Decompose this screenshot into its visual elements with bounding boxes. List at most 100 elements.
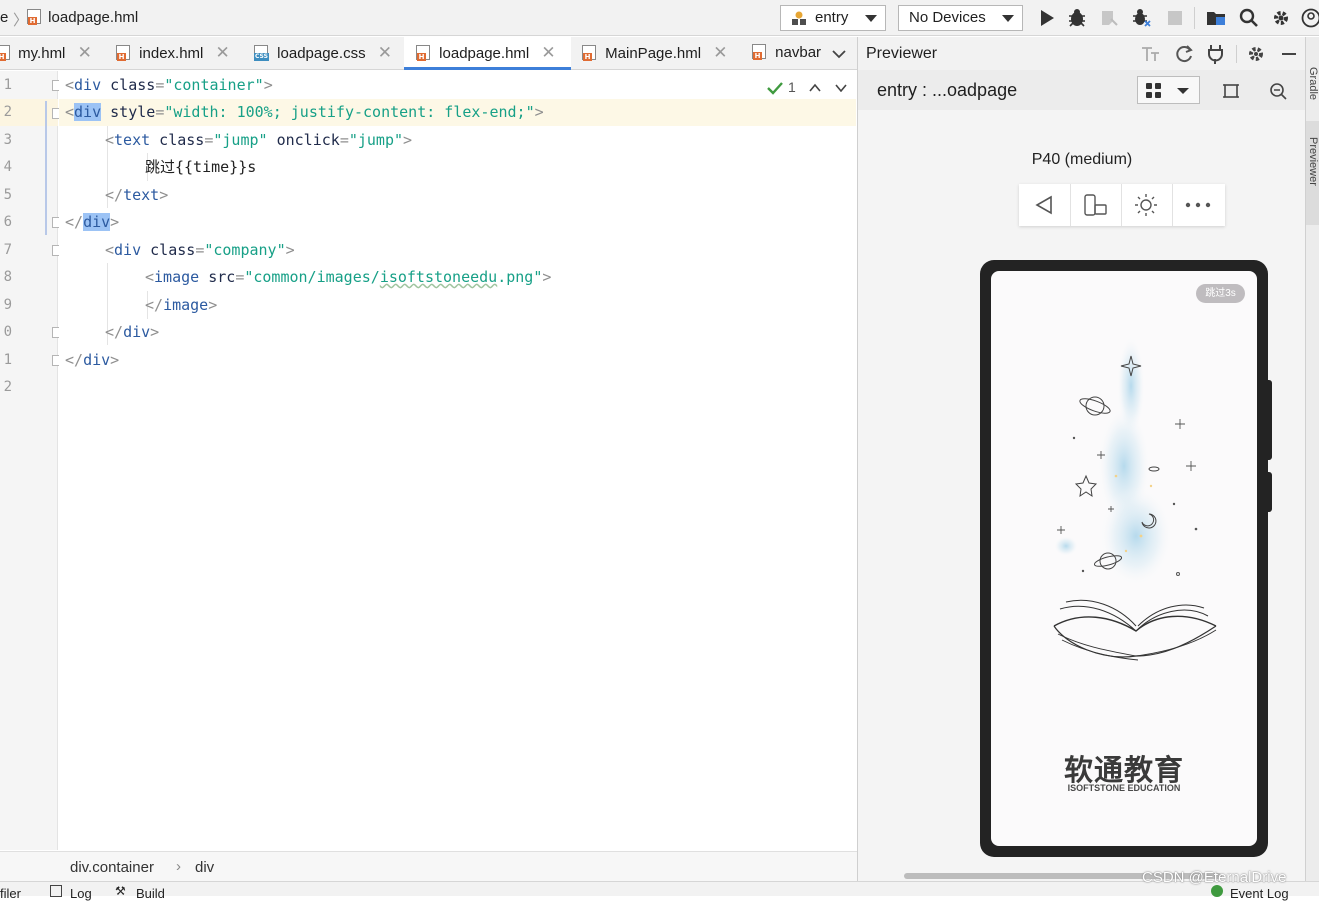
- previewer-tool-tab[interactable]: Previewer: [1307, 137, 1319, 186]
- minimize-icon[interactable]: [1282, 53, 1296, 55]
- device-select[interactable]: No Devices: [898, 5, 1023, 31]
- tab-label: loadpage.css: [277, 45, 365, 62]
- close-icon[interactable]: ✕: [713, 43, 727, 62]
- tab-label: navbar: [775, 44, 821, 61]
- breadcrumb-separator: ›: [176, 858, 181, 875]
- log-icon: [50, 885, 62, 897]
- device-select-label: No Devices: [909, 9, 986, 26]
- skip-countdown-button[interactable]: 跳过3s: [1196, 284, 1245, 303]
- device-screen: 跳过3s: [991, 271, 1257, 846]
- previewer-panel: Previewer entry : ...oadpage P40 (medium…: [857, 37, 1305, 881]
- tab-my-hml[interactable]: my.hml ✕: [0, 37, 100, 70]
- line-number: 8: [0, 269, 12, 285]
- line-number: 2: [0, 379, 12, 395]
- fit-screen-icon[interactable]: [1222, 82, 1240, 100]
- chevron-down-icon: [1002, 15, 1014, 22]
- search-icon[interactable]: [1238, 7, 1260, 29]
- settings-gear-icon[interactable]: [1246, 44, 1266, 64]
- log-tab[interactable]: Log: [70, 886, 92, 901]
- debug-icon[interactable]: [1066, 7, 1088, 29]
- grid-layout-icon: [1146, 83, 1162, 99]
- code-line-1: <div class="container">: [65, 72, 862, 99]
- tab-label: index.hml: [139, 45, 203, 62]
- run-icon[interactable]: [1036, 7, 1058, 29]
- line-number: 4: [0, 159, 12, 175]
- attach-debugger-icon[interactable]: [1098, 7, 1120, 29]
- hml-file-icon: [0, 45, 10, 60]
- previewer-subheader: entry : ...oadpage: [858, 70, 1306, 110]
- settings-gear-icon[interactable]: [1270, 7, 1292, 29]
- bottom-tool-bar: filer Log ⚒ Build Event Log: [0, 881, 1319, 896]
- account-icon[interactable]: [1300, 7, 1319, 29]
- line-number: 5: [0, 187, 12, 203]
- tab-overflow-chevron-icon[interactable]: [832, 49, 846, 59]
- hml-file-icon: [752, 44, 766, 59]
- structure-breadcrumb: div.container › div: [0, 851, 857, 881]
- tab-index-hml[interactable]: index.hml ✕: [116, 37, 240, 70]
- profiler-icon[interactable]: [1130, 7, 1152, 29]
- breadcrumb-project[interactable]: e: [0, 9, 8, 26]
- back-triangle-icon[interactable]: [1033, 194, 1055, 216]
- chevron-down-icon: [1176, 87, 1190, 95]
- layout-select[interactable]: [1137, 76, 1200, 104]
- build-tab[interactable]: Build: [136, 886, 165, 901]
- profiler-tab[interactable]: filer: [0, 886, 21, 901]
- preview-page-label: entry : ...oadpage: [877, 70, 1017, 110]
- previewer-header: Previewer: [858, 37, 1306, 70]
- inspection-widget[interactable]: 1: [767, 79, 852, 97]
- line-number: 1: [0, 77, 12, 93]
- code-line-7: <div class="company">: [105, 237, 902, 264]
- hml-file-icon: [116, 45, 130, 60]
- brand-en-text: ISOFTSTONE EDUCATION: [991, 783, 1257, 793]
- close-icon[interactable]: ✕: [378, 43, 392, 62]
- font-size-icon[interactable]: [1140, 44, 1160, 64]
- zoom-out-icon[interactable]: [1269, 82, 1287, 100]
- code-line-6: </div>: [65, 209, 862, 236]
- tab-label: loadpage.hml: [439, 45, 529, 62]
- code-editor[interactable]: <div class="container"> <div style="widt…: [59, 71, 856, 850]
- chevron-down-icon[interactable]: [835, 83, 847, 92]
- rotate-device-icon[interactable]: [1082, 193, 1108, 217]
- previewer-title: Previewer: [866, 37, 937, 70]
- device-name: P40 (medium): [858, 151, 1306, 169]
- breadcrumb-separator: 〉: [13, 9, 28, 30]
- change-marker: [45, 101, 47, 235]
- tab-loadpage-css[interactable]: loadpage.css ✕: [254, 37, 398, 70]
- breadcrumb-item[interactable]: div: [195, 859, 214, 876]
- breadcrumb-item[interactable]: div.container: [70, 859, 154, 876]
- chevron-down-icon: [865, 15, 877, 22]
- tab-label: my.hml: [18, 45, 65, 62]
- code-line-9: </image>: [145, 292, 942, 319]
- project-structure-icon[interactable]: [1205, 7, 1227, 29]
- tab-navbar[interactable]: navbar: [752, 37, 824, 70]
- tab-loadpage-hml[interactable]: loadpage.hml ✕: [404, 37, 571, 70]
- divider: [1172, 184, 1173, 226]
- inspection-count: 1: [788, 79, 796, 95]
- hml-file-icon: [416, 45, 430, 60]
- header-divider: [1236, 45, 1237, 63]
- code-line-3: <text class="jump" onclick="jump">: [105, 127, 902, 154]
- gradle-tool-tab[interactable]: Gradle: [1307, 67, 1319, 100]
- refresh-icon[interactable]: [1174, 44, 1194, 64]
- close-icon[interactable]: ✕: [216, 43, 230, 62]
- close-icon[interactable]: ✕: [541, 43, 555, 62]
- tab-label: MainPage.hml: [605, 45, 701, 62]
- code-line-10: </div>: [105, 319, 902, 346]
- plugin-connect-icon[interactable]: [1206, 43, 1226, 65]
- tab-mainpage-hml[interactable]: MainPage.hml ✕: [582, 37, 742, 70]
- event-log-tab[interactable]: Event Log: [1230, 886, 1289, 901]
- more-options-icon[interactable]: [1185, 202, 1211, 208]
- watermark-text: CSDN @EternalDrive: [1142, 869, 1286, 886]
- chevron-up-icon[interactable]: [809, 83, 821, 92]
- device-controls: [1019, 184, 1225, 226]
- module-icon: [791, 11, 807, 26]
- line-number: 2: [0, 104, 12, 120]
- close-icon[interactable]: ✕: [78, 43, 92, 62]
- brightness-sun-icon[interactable]: [1134, 193, 1158, 217]
- css-file-icon: [254, 45, 268, 60]
- breadcrumb-file[interactable]: loadpage.hml: [27, 9, 138, 26]
- stop-icon[interactable]: [1164, 7, 1186, 29]
- module-select[interactable]: entry: [780, 5, 886, 31]
- divider: [1070, 184, 1071, 226]
- line-number: 9: [0, 297, 12, 313]
